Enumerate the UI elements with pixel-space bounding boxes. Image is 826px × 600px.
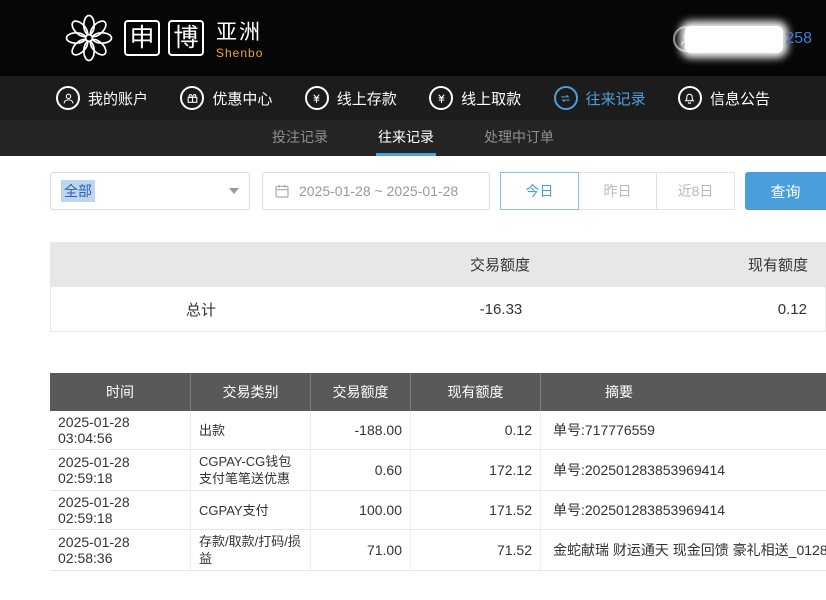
type-select[interactable]: 全部 [50,172,250,210]
logo-subtitle: Shenbo [216,46,263,60]
date-range-value: 2025-01-28 ~ 2025-01-28 [299,183,458,199]
cell-time: 2025-01-28 02:58:36 [50,530,190,570]
user-icon [56,86,80,110]
nav-label: 优惠中心 [212,88,272,109]
summary-total-balance: 0.12 [651,301,825,318]
nav-item-my-account[interactable]: 我的账户 [56,86,148,110]
cell-time: 2025-01-28 03:04:56 [50,411,190,449]
tab-label: 处理中订单 [484,127,554,147]
filter-bar: 全部 2025-01-28 ~ 2025-01-28 今日 昨日 近8日 查询 [50,172,826,210]
cell-amount: 71.00 [310,530,410,570]
summary-total-row: 总计 -16.33 0.12 [50,287,826,332]
summary-header-balance: 现有额度 [650,254,826,275]
cell-balance: 71.52 [410,530,540,570]
col-header-balance: 现有额度 [410,373,540,411]
cell-type: CGPAY支付 [190,491,310,529]
nav-item-withdraw[interactable]: 线上取款 [429,86,521,110]
col-header-type: 交易类别 [190,373,310,411]
chevron-down-icon [229,188,239,194]
transactions-icon [554,86,578,110]
cell-type: 存款/取款/打码/损益 [190,530,310,570]
table-row: 2025-01-28 02:59:18 CGPAY-CG钱包支付笔笔送优惠 0.… [50,450,826,491]
nav-item-deposit[interactable]: 线上存款 [305,86,397,110]
cell-time: 2025-01-28 02:59:18 [50,450,190,490]
cell-type: CGPAY-CG钱包支付笔笔送优惠 [190,450,310,490]
cell-amount: 0.60 [310,450,410,490]
account-number: 258 [785,30,812,48]
tab-pending-orders[interactable]: 处理中订单 [482,120,556,156]
cell-summary: 金蛇献瑞 财运通天 现金回馈 豪礼相送_0128 [540,530,826,570]
summary-table: 交易额度 现有额度 总计 -16.33 0.12 [50,242,826,332]
nav-item-transactions[interactable]: 往来记录 [554,86,646,110]
tab-bet-records[interactable]: 投注记录 [270,120,330,156]
logo-char-shen: 申 [124,20,160,56]
nav-item-promotions[interactable]: 优惠中心 [180,86,272,110]
cell-balance: 171.52 [410,491,540,529]
privacy-blur [685,26,783,53]
tab-transaction-records[interactable]: 往来记录 [376,120,436,156]
summary-header-row: 交易额度 现有额度 [50,242,826,287]
table-row: 2025-01-28 03:04:56 出款 -188.00 0.12 单号:7… [50,411,826,450]
deposit-icon [305,86,329,110]
cell-amount: 100.00 [310,491,410,529]
cell-summary: 单号:202501283853969414 [540,450,826,490]
nav-label: 信息公告 [710,88,770,109]
table-row: 2025-01-28 02:59:18 CGPAY支付 100.00 171.5… [50,491,826,530]
quick-8days-button[interactable]: 近8日 [656,172,735,210]
cell-balance: 172.12 [410,450,540,490]
col-header-time: 时间 [50,373,190,411]
col-header-amount: 交易额度 [310,373,410,411]
logo-char-bo: 博 [168,20,204,56]
top-header: 申 博 亚洲 Shenbo 258 [0,0,826,76]
brand-logo[interactable]: 申 博 亚洲 Shenbo [62,11,263,65]
summary-total-amount: -16.33 [351,301,651,318]
calendar-icon [274,183,290,199]
account-area[interactable]: 258 [673,24,812,54]
summary-header-amount: 交易额度 [350,254,650,275]
table-body: 2025-01-28 03:04:56 出款 -188.00 0.12 单号:7… [50,411,826,571]
records-table: 时间 交易类别 交易额度 现有额度 摘要 2025-01-28 03:04:56… [50,373,826,571]
quick-yesterday-button[interactable]: 昨日 [578,172,657,210]
quick-today-button[interactable]: 今日 [500,172,579,210]
gift-icon [180,86,204,110]
date-range-picker[interactable]: 2025-01-28 ~ 2025-01-28 [262,172,490,210]
search-button[interactable]: 查询 [745,172,826,210]
nav-label: 往来记录 [586,88,646,109]
table-header-row: 时间 交易类别 交易额度 现有额度 摘要 [50,373,826,411]
main-nav: 我的账户 优惠中心 线上存款 线上取款 往来记录 信息公告 [0,76,826,120]
sub-nav: 投注记录 往来记录 处理中订单 [0,120,826,156]
table-row: 2025-01-28 02:58:36 存款/取款/打码/损益 71.00 71… [50,530,826,571]
nav-label: 线上取款 [461,88,521,109]
cell-summary: 单号:717776559 [540,411,826,449]
cell-summary: 单号:202501283853969414 [540,491,826,529]
nav-label: 我的账户 [88,88,148,109]
flower-logo-icon [62,11,116,65]
col-header-summary: 摘要 [540,373,826,411]
tab-label: 往来记录 [378,127,434,147]
nav-item-announcements[interactable]: 信息公告 [678,86,770,110]
logo-region-text: 亚洲 [216,16,263,46]
tab-label: 投注记录 [272,127,328,147]
cell-type: 出款 [190,411,310,449]
bell-icon [678,86,702,110]
summary-total-label: 总计 [51,299,351,320]
withdraw-icon [429,86,453,110]
quick-range-group: 今日 昨日 近8日 [500,172,735,210]
cell-time: 2025-01-28 02:59:18 [50,491,190,529]
cell-balance: 0.12 [410,411,540,449]
cell-amount: -188.00 [310,411,410,449]
type-select-value: 全部 [61,180,95,202]
nav-label: 线上存款 [337,88,397,109]
